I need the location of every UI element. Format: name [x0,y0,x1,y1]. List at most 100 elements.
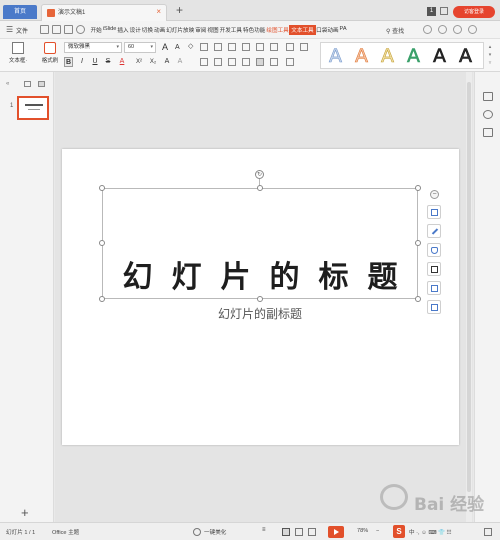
resize-handle[interactable] [99,296,105,302]
export-pdf-icon[interactable] [52,25,61,34]
character-spacing-button[interactable]: A [163,57,171,67]
text-effect-button[interactable]: A [176,57,184,67]
menu-islide[interactable]: iSlide [102,26,117,35]
normal-view-icon[interactable] [282,528,290,536]
shrink-font-button[interactable]: A [175,43,180,53]
chevron-up-icon[interactable]: ▴ [487,43,493,51]
resize-handle[interactable] [415,296,421,302]
menu-drawing-tools[interactable]: 绘图工具 [266,26,289,35]
add-slide-button[interactable]: + [21,505,29,520]
slide-thumbnail[interactable] [17,96,49,120]
animation-icon[interactable] [483,110,493,119]
grow-font-button[interactable]: A [162,42,168,52]
print-icon[interactable] [64,25,73,34]
outline-button[interactable] [427,262,441,276]
menu-start[interactable]: 开始 [90,26,102,35]
strikethrough-button[interactable]: S [104,57,112,67]
text-style-swatch[interactable]: A [355,45,369,68]
picture-button[interactable] [427,281,441,295]
italic-button[interactable]: I [78,57,86,67]
collapse-toolbar-icon[interactable]: − [430,190,439,199]
design-icon[interactable] [483,128,493,137]
underline-button[interactable]: U [91,57,99,67]
text-style-swatch[interactable]: A [329,45,343,68]
search-command[interactable]: ⚲ 查找 [386,26,404,35]
resize-handle[interactable] [257,185,263,191]
menu-review[interactable]: 审阅 [195,26,207,35]
share-icon[interactable] [438,25,447,34]
menu-transition[interactable]: 切换 [141,26,153,35]
menu-insert[interactable]: 插入 [117,26,129,35]
guest-login-button[interactable]: 访客登录 [453,6,495,18]
bullet-list-icon[interactable] [200,43,208,51]
file-menu[interactable]: 文件 [16,26,28,35]
line-spacing-icon[interactable] [256,43,264,51]
close-tab-icon[interactable]: × [156,7,161,16]
menu-design[interactable]: 设计 [129,26,141,35]
vertical-scrollbar[interactable] [466,72,472,522]
zoom-out-button[interactable]: − [376,528,379,534]
text-fit-icon[interactable] [286,58,294,66]
layers-button[interactable] [427,205,441,219]
reading-view-icon[interactable] [308,528,316,536]
align-text-icon[interactable] [286,43,294,51]
menu-view[interactable]: 视图 [207,26,219,35]
slide-title[interactable]: 幻灯片的标题 [102,252,418,296]
fill-button[interactable] [427,243,441,257]
tab-home[interactable]: 首页 [3,5,37,19]
outline-view-icon[interactable] [24,81,31,87]
resize-handle[interactable] [415,185,421,191]
text-columns-icon[interactable] [300,43,308,51]
undo-icon[interactable] [76,25,85,34]
format-painter-button[interactable]: 格式刷 [38,42,62,70]
cloud-icon[interactable] [423,25,432,34]
menu-pocket-animation[interactable]: 口袋动画 [316,26,339,35]
scrollbar-thumb[interactable] [467,82,471,492]
rotate-handle-icon[interactable]: ↻ [255,170,264,179]
font-size-select[interactable]: 60 ▾ [124,42,156,53]
fit-window-icon[interactable] [484,528,492,536]
slide-sorter-icon[interactable] [295,528,303,536]
slide[interactable]: ↻ 幻灯片的标题 幻灯片的副标题 [62,149,459,445]
menu-features[interactable]: 特色功能 [242,26,265,35]
text-style-swatch[interactable]: A [459,45,473,68]
menu-developer[interactable]: 开发工具 [219,26,242,35]
ime-toolbar[interactable]: 中 ·, ☺ ⌨ 👕 ☷ [409,528,452,536]
notes-icon[interactable]: ≡ [262,527,270,535]
textbox-button[interactable]: 文本框· [6,42,30,70]
text-direction-icon[interactable] [270,43,278,51]
numbered-list-icon[interactable] [214,43,222,51]
text-style-swatch[interactable]: A [381,45,395,68]
tab-document[interactable]: 演示文稿1 × [41,4,167,21]
ime-logo-icon[interactable]: S [393,525,405,538]
align-center-icon[interactable] [214,58,222,66]
slide-subtitle[interactable]: 幻灯片的副标题 [102,305,418,322]
slideshow-play-button[interactable] [328,526,344,538]
pen-button[interactable] [427,224,441,238]
font-family-select[interactable]: 微软雅黑 ▾ [64,42,122,53]
justify-icon[interactable] [242,58,250,66]
clear-format-button[interactable]: ◇ [188,42,193,52]
text-style-swatch[interactable]: A [407,45,421,68]
resize-handle[interactable] [99,185,105,191]
menu-animation[interactable]: 动画 [154,26,166,35]
text-wrap-button[interactable] [427,300,441,314]
menu-slideshow[interactable]: 幻灯片放映 [166,26,195,35]
text-style-swatch[interactable]: A [433,45,447,68]
one-click-beautify[interactable]: 一键美化 [204,528,226,536]
font-color-button[interactable]: A [118,57,126,67]
menu-pa[interactable]: PA [339,26,347,35]
window-layout-icon[interactable] [440,7,448,15]
decrease-indent-icon[interactable] [228,43,236,51]
help-icon[interactable] [453,25,462,34]
window-count-badge[interactable]: 1 [427,7,436,16]
resize-handle[interactable] [99,240,105,246]
column-icon[interactable] [270,58,278,66]
distribute-icon[interactable] [256,58,264,66]
chevron-down-icon[interactable]: ▾ [487,51,493,59]
resize-handle[interactable] [415,240,421,246]
collapse-panel-icon[interactable]: « [6,81,13,87]
properties-icon[interactable] [483,92,493,101]
theme-name[interactable]: Office 主题 [52,528,79,536]
align-left-icon[interactable] [200,58,208,66]
